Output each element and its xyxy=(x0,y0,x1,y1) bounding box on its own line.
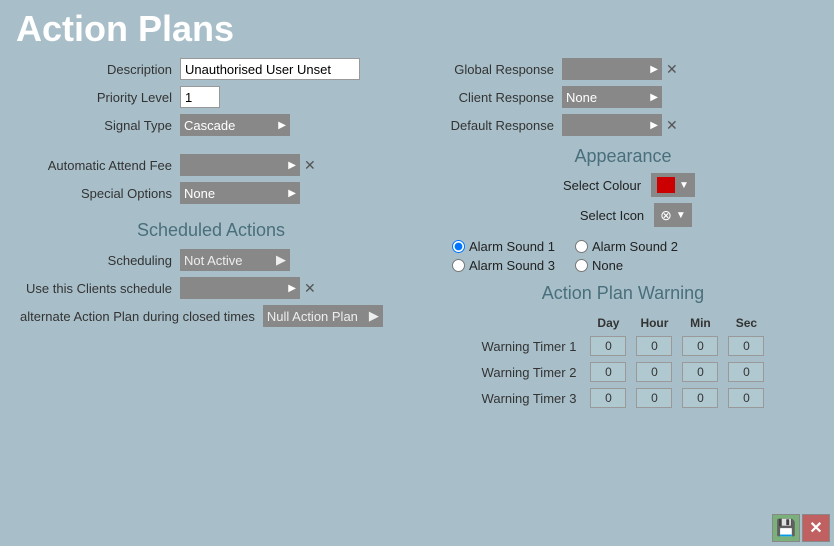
scheduling-label: Scheduling xyxy=(20,253,180,268)
warning-timer-3-hour[interactable] xyxy=(636,388,672,408)
alternate-action-plan-label: alternate Action Plan during closed time… xyxy=(20,309,263,324)
special-options-dropdown[interactable]: None ▶ xyxy=(180,182,300,204)
select-icon-button[interactable]: ⊗ ▼ xyxy=(654,203,692,227)
client-response-value: None xyxy=(566,90,597,105)
warning-timer-1-day[interactable] xyxy=(590,336,626,356)
special-options-label: Special Options xyxy=(20,186,180,201)
global-response-arrow-icon: ▶ xyxy=(650,64,658,75)
colour-swatch xyxy=(657,177,675,193)
warning-timer-2-row: Warning Timer 2 xyxy=(478,360,769,384)
priority-level-input[interactable] xyxy=(180,86,220,108)
signal-type-dropdown[interactable]: Cascade ▶ xyxy=(180,114,290,136)
global-response-clear-button[interactable]: ✕ xyxy=(662,61,682,78)
sec-col-header: Sec xyxy=(724,314,768,332)
warning-timer-1-label: Warning Timer 1 xyxy=(478,334,585,358)
global-response-dropdown[interactable]: ▶ xyxy=(562,58,662,80)
use-client-schedule-label: Use this Clients schedule xyxy=(20,281,180,296)
warning-timer-3-label: Warning Timer 3 xyxy=(478,386,585,410)
select-icon-label: Select Icon xyxy=(554,208,644,223)
day-col-header: Day xyxy=(586,314,630,332)
default-response-label: Default Response xyxy=(432,118,562,133)
warning-timer-3-row: Warning Timer 3 xyxy=(478,386,769,410)
automatic-attend-fee-clear-button[interactable]: ✕ xyxy=(300,157,320,174)
select-colour-label: Select Colour xyxy=(551,178,641,193)
min-col-header: Min xyxy=(678,314,722,332)
warning-timer-1-min[interactable] xyxy=(682,336,718,356)
client-response-dropdown[interactable]: None ▶ xyxy=(562,86,662,108)
global-response-label: Global Response xyxy=(432,62,562,77)
signal-type-arrow-icon: ▶ xyxy=(278,120,286,131)
warning-timer-3-min[interactable] xyxy=(682,388,718,408)
warning-timer-2-sec[interactable] xyxy=(728,362,764,382)
scheduling-arrow-icon: ▶ xyxy=(276,252,286,268)
scheduled-actions-title: Scheduled Actions xyxy=(20,220,402,241)
signal-type-label: Signal Type xyxy=(20,118,180,133)
alarm-sound-2-label: Alarm Sound 2 xyxy=(592,239,678,254)
alarm-sound-2-radio[interactable]: Alarm Sound 2 xyxy=(575,239,678,254)
alarm-sound-3-label: Alarm Sound 3 xyxy=(469,258,555,273)
colour-dropdown-arrow-icon: ▼ xyxy=(679,180,689,191)
warning-timer-2-label: Warning Timer 2 xyxy=(478,360,585,384)
scheduling-value: Not Active xyxy=(184,253,243,268)
warning-timer-1-hour[interactable] xyxy=(636,336,672,356)
warning-timer-2-hour[interactable] xyxy=(636,362,672,382)
default-response-dropdown[interactable]: ▶ xyxy=(562,114,662,136)
save-button[interactable]: 💾 xyxy=(772,514,800,542)
warning-timer-3-day[interactable] xyxy=(590,388,626,408)
client-response-arrow-icon: ▶ xyxy=(650,92,658,103)
description-input[interactable] xyxy=(180,58,360,80)
bottom-bar: 💾 ✕ xyxy=(768,510,834,546)
description-label: Description xyxy=(20,62,180,77)
use-client-schedule-dropdown[interactable]: ▶ xyxy=(180,277,300,299)
default-response-arrow-icon: ▶ xyxy=(650,120,658,131)
automatic-attend-fee-label: Automatic Attend Fee xyxy=(20,158,180,173)
alarm-sound-3-radio[interactable]: Alarm Sound 3 xyxy=(452,258,555,273)
scheduling-dropdown[interactable]: Not Active ▶ xyxy=(180,249,290,271)
alarm-sound-none-radio[interactable]: None xyxy=(575,258,623,273)
hour-col-header: Hour xyxy=(632,314,676,332)
cancel-button[interactable]: ✕ xyxy=(802,514,830,542)
warning-timer-2-day[interactable] xyxy=(590,362,626,382)
warning-timer-2-min[interactable] xyxy=(682,362,718,382)
warning-timer-1-sec[interactable] xyxy=(728,336,764,356)
alarm-sound-none-label: None xyxy=(592,258,623,273)
alternate-action-plan-dropdown[interactable]: Null Action Plan ▶ xyxy=(263,305,383,327)
alarm-sound-1-label: Alarm Sound 1 xyxy=(469,239,555,254)
icon-dropdown-arrow-icon: ▼ xyxy=(676,210,686,221)
warning-title: Action Plan Warning xyxy=(432,283,814,304)
warning-timer-3-sec[interactable] xyxy=(728,388,764,408)
warning-timer-1-row: Warning Timer 1 xyxy=(478,334,769,358)
client-response-label: Client Response xyxy=(432,90,562,105)
use-client-schedule-clear-button[interactable]: ✕ xyxy=(300,280,320,297)
automatic-attend-fee-dropdown[interactable]: ▶ xyxy=(180,154,300,176)
page-title: Action Plans xyxy=(0,0,834,58)
automatic-attend-fee-arrow-icon: ▶ xyxy=(288,160,296,171)
select-colour-button[interactable]: ▼ xyxy=(651,173,695,197)
use-client-schedule-arrow-icon: ▶ xyxy=(288,283,296,294)
signal-type-value: Cascade xyxy=(184,118,235,133)
appearance-title: Appearance xyxy=(432,146,814,167)
alternate-action-plan-arrow-icon: ▶ xyxy=(369,308,379,324)
priority-level-label: Priority Level xyxy=(20,90,180,105)
alternate-action-plan-value: Null Action Plan xyxy=(267,309,358,324)
special-options-arrow-icon: ▶ xyxy=(288,188,296,199)
alarm-sound-1-radio[interactable]: Alarm Sound 1 xyxy=(452,239,555,254)
default-response-clear-button[interactable]: ✕ xyxy=(662,117,682,134)
special-options-value: None xyxy=(184,186,215,201)
icon-symbol: ⊗ xyxy=(660,207,672,224)
